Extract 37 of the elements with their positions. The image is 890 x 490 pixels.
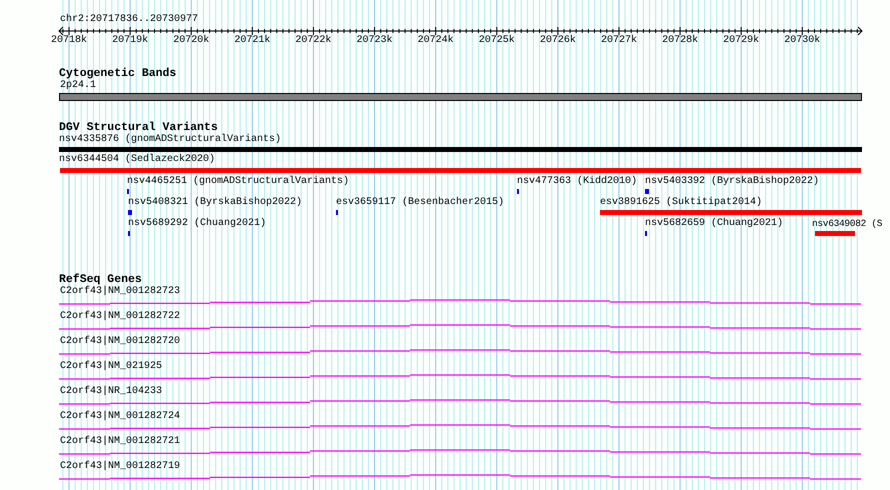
- gene-label: C2orf43|NM_001282720: [60, 336, 180, 348]
- variant-label: nsv5403392 (ByrskaBishop2022): [645, 176, 820, 188]
- variant-label: nsv6344504 (Sedlazeck2020): [59, 154, 216, 166]
- ruler-title: chr2:20717836..20730977: [60, 14, 198, 26]
- variant-label: nsv5408321 (ByrskaBishop2022): [128, 197, 302, 209]
- variant-label: nsv4335876 (gnomADStructuralVariants): [59, 134, 282, 146]
- tick-label: 20720k: [173, 35, 210, 47]
- tick-label: 20727k: [600, 35, 637, 47]
- tick-label: 20724k: [418, 35, 454, 47]
- tick-label: 20730k: [784, 35, 820, 47]
- tick-label: 20728k: [662, 35, 698, 47]
- tick-label: 20723k: [356, 35, 393, 47]
- tick-label: 20718k: [51, 35, 88, 47]
- gene-label: C2orf43|NM_001282724: [60, 411, 180, 423]
- gene-label: C2orf43|NM_021925: [60, 361, 162, 373]
- variant-label: esv3891625 (Suktitipat2014): [600, 197, 762, 209]
- gene-label: C2orf43|NR_104233: [60, 386, 162, 398]
- track-title: Cytogenetic Bands: [59, 67, 176, 80]
- tick-label: 20721k: [234, 35, 270, 47]
- track-title: RefSeq Genes: [59, 273, 142, 286]
- variant-label: nsv5682659 (Chuang2021): [645, 218, 784, 230]
- tick-label: 20725k: [478, 35, 515, 47]
- variant-label: nsv477363 (Kidd2010): [517, 176, 638, 188]
- band-label: 2p24.1: [60, 80, 96, 92]
- variant-label: nsv6349082 (S: [812, 218, 882, 230]
- variant-label: nsv4465251 (gnomADStructuralVariants): [127, 176, 350, 188]
- gene-label: C2orf43|NM_001282722: [60, 311, 180, 323]
- gene-label: C2orf43|NM_001282723: [60, 286, 180, 298]
- tick-label: 20726k: [540, 35, 576, 47]
- gene-label: C2orf43|NM_001282721: [60, 436, 180, 448]
- tick-label: 20719k: [112, 35, 148, 47]
- tick-label: 20729k: [723, 35, 760, 47]
- variant-label: esv3659117 (Besenbacher2015): [336, 197, 504, 209]
- variant-label: nsv5689292 (Chuang2021): [128, 218, 266, 230]
- track-title: DGV Structural Variants: [59, 121, 218, 134]
- gene-label: C2orf43|NM_001282719: [60, 461, 180, 473]
- tick-label: 20722k: [295, 35, 332, 47]
